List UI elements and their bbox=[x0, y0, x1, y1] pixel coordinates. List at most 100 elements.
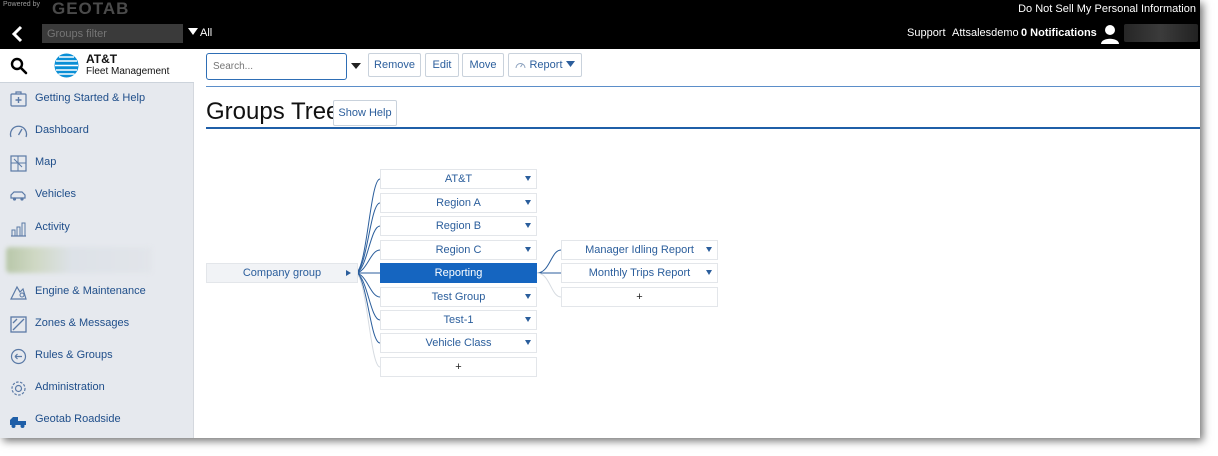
sidebar-item-label: Vehicles bbox=[35, 188, 76, 200]
sidebar-item-getting-started[interactable]: Getting Started & Help bbox=[0, 83, 194, 115]
connector-att bbox=[354, 178, 381, 274]
search-input[interactable] bbox=[206, 53, 347, 80]
engine-icon bbox=[10, 285, 27, 300]
caret-down-icon[interactable] bbox=[525, 340, 531, 345]
sidebar-item-rules-groups[interactable]: Rules & Groups bbox=[0, 340, 194, 372]
caret-right-icon bbox=[346, 270, 351, 276]
tree-node-test-group[interactable]: Test Group bbox=[380, 287, 537, 307]
report-dropdown-button[interactable]: Report bbox=[508, 53, 582, 77]
app-window: Powered by GEOTAB Do Not Sell My Persona… bbox=[0, 0, 1200, 438]
tree-node-att[interactable]: AT&T bbox=[380, 169, 537, 189]
caret-down-icon[interactable] bbox=[525, 223, 531, 228]
sidebar-item-administration[interactable]: Administration bbox=[0, 372, 194, 404]
caret-down-icon[interactable] bbox=[525, 176, 531, 181]
gear-icon bbox=[11, 381, 26, 396]
caret-down-icon[interactable] bbox=[525, 200, 531, 205]
support-link[interactable]: Support bbox=[907, 27, 946, 39]
blurred-sidebar-item bbox=[6, 247, 152, 273]
tree-node-company-group[interactable]: Company group bbox=[206, 263, 358, 283]
groups-filter-input[interactable] bbox=[42, 24, 183, 43]
caret-down-icon[interactable] bbox=[525, 317, 531, 322]
search-icon[interactable] bbox=[10, 57, 28, 75]
connector-test-1 bbox=[354, 272, 381, 321]
sidebar-item-dashboard[interactable]: Dashboard bbox=[0, 115, 194, 147]
sidebar-item-label: Getting Started & Help bbox=[35, 92, 146, 104]
tree-node-label: Reporting bbox=[434, 267, 483, 279]
user-avatar-icon[interactable] bbox=[1100, 24, 1120, 44]
tree-node-label: Manager Idling Report bbox=[585, 244, 694, 256]
vehicle-icon bbox=[10, 191, 26, 201]
tree-node-region-a[interactable]: Region A bbox=[380, 193, 537, 213]
tree-node-test-1[interactable]: Test-1 bbox=[380, 310, 537, 330]
sidebar-item-geotab-roadside[interactable]: Geotab Roadside bbox=[0, 404, 194, 436]
privacy-link[interactable]: Do Not Sell My Personal Information bbox=[1018, 3, 1196, 15]
caret-down-icon[interactable] bbox=[706, 270, 712, 275]
sidebar-item-activity[interactable]: Activity bbox=[0, 212, 194, 244]
tree-node-vehicle-class[interactable]: Vehicle Class bbox=[380, 333, 537, 353]
sidebar-item-label: Administration bbox=[35, 381, 105, 393]
caret-down-icon[interactable] bbox=[525, 294, 531, 299]
title-underline bbox=[206, 127, 1200, 129]
brand-subtitle: Fleet Management bbox=[86, 66, 170, 77]
caret-down-icon[interactable] bbox=[706, 247, 712, 252]
all-label: All bbox=[200, 27, 213, 39]
sidebar-item-label: Rules & Groups bbox=[35, 349, 113, 361]
blurred-account-name bbox=[1124, 24, 1198, 42]
tree-node-label: Vehicle Class bbox=[425, 337, 492, 349]
sidebar-item-label: Activity bbox=[35, 221, 70, 233]
brand-title: AT&T bbox=[86, 52, 118, 66]
connector-region-a bbox=[354, 202, 381, 274]
move-button[interactable]: Move bbox=[462, 53, 504, 77]
connector-vehicle-class bbox=[354, 272, 381, 344]
tree-node-reporting[interactable]: Reporting bbox=[380, 263, 537, 283]
geotab-logo: GEOTAB bbox=[52, 0, 130, 18]
caret-down-icon[interactable] bbox=[525, 247, 531, 252]
caret-down-icon bbox=[565, 61, 575, 67]
tree-node-manager-idling-report[interactable]: Manager Idling Report bbox=[561, 240, 718, 260]
add-sub-group-button[interactable]: + bbox=[561, 287, 718, 307]
chevron-left-icon bbox=[11, 25, 23, 43]
connector-reporting-manager bbox=[536, 249, 562, 274]
connector-add-sub bbox=[536, 272, 562, 298]
connector-add-child bbox=[354, 272, 381, 368]
user-name[interactable]: Attsalesdemo bbox=[952, 27, 1019, 39]
att-globe-logo-icon bbox=[54, 53, 79, 78]
sidebar-item-zones-messages[interactable]: Zones & Messages bbox=[0, 308, 194, 340]
show-help-button[interactable]: Show Help bbox=[333, 100, 397, 126]
connector-region-c bbox=[354, 249, 381, 274]
tree-node-label: Company group bbox=[242, 267, 322, 279]
connector-test-group bbox=[354, 272, 381, 298]
tree-node-region-c[interactable]: Region C bbox=[380, 240, 537, 260]
tree-node-label: Test Group bbox=[431, 291, 486, 303]
sidebar-item-label: Engine & Maintenance bbox=[35, 285, 146, 297]
caret-down-icon bbox=[188, 28, 198, 35]
tree-node-label: Test-1 bbox=[443, 314, 474, 326]
back-button[interactable] bbox=[10, 25, 28, 43]
tree-node-label: Monthly Trips Report bbox=[588, 267, 691, 279]
sidebar-item-engine-maintenance[interactable]: Engine & Maintenance bbox=[0, 276, 194, 308]
sidebar-item-map[interactable]: Map bbox=[0, 147, 194, 179]
powered-by-label: Powered by bbox=[3, 1, 40, 8]
tree-node-region-b[interactable]: Region B bbox=[380, 216, 537, 236]
sidebar-item-vehicles[interactable]: Vehicles bbox=[0, 179, 194, 211]
edit-button[interactable]: Edit bbox=[425, 53, 459, 77]
sidebar-item-label: Zones & Messages bbox=[35, 317, 130, 329]
notifications-link[interactable]: 0 Notifications bbox=[1021, 27, 1097, 39]
sidebar-header: AT&T Fleet Management bbox=[0, 49, 194, 83]
activity-chart-icon bbox=[11, 222, 26, 237]
remove-button[interactable]: Remove bbox=[368, 53, 421, 77]
connector-region-b bbox=[354, 225, 381, 274]
sidebar: AT&T Fleet Management Getting Started & … bbox=[0, 49, 194, 438]
page-title: Groups Tree bbox=[206, 98, 340, 125]
tree-node-label: AT&T bbox=[444, 173, 473, 185]
groups-all-dropdown[interactable]: All bbox=[188, 27, 212, 39]
top-bar: Powered by GEOTAB Do Not Sell My Persona… bbox=[0, 0, 1200, 49]
zones-icon bbox=[10, 316, 27, 333]
gauge-icon bbox=[9, 125, 28, 138]
add-child-group-button[interactable]: + bbox=[380, 357, 537, 377]
tree-node-label: Region A bbox=[436, 197, 481, 209]
toolbar-divider bbox=[206, 86, 1200, 87]
tree-node-monthly-trips-report[interactable]: Monthly Trips Report bbox=[561, 263, 718, 283]
report-label: Report bbox=[529, 59, 563, 71]
search-options-dropdown[interactable] bbox=[351, 63, 361, 69]
